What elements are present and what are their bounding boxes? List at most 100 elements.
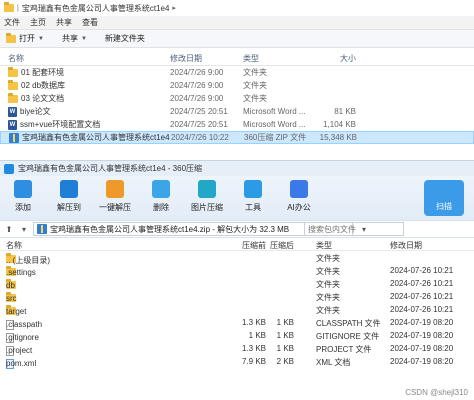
file-row[interactable]: 02 db数据库 2024/7/26 9:00 文件夹	[0, 79, 474, 92]
file-type: Microsoft Word ...	[243, 120, 306, 129]
tool-button[interactable]: 图片压缩	[184, 180, 230, 213]
tool-label: 添加	[15, 203, 31, 212]
archive-name: .gitignore	[6, 333, 39, 342]
zip-path-text: 宝鸡瑞鑫有色金属公司人事管理系统ct1e4.zip - 解包大小为 32.3 M…	[50, 224, 290, 234]
file-date: 2024/7/25 20:51	[170, 107, 228, 116]
column-packed[interactable]: 压缩后	[236, 240, 294, 251]
tool-icon	[14, 180, 32, 198]
archive-name: db	[6, 281, 15, 290]
app-logo-icon	[4, 163, 14, 174]
column-date[interactable]: 修改日期	[390, 240, 422, 251]
file-size: 15,348 KB	[319, 133, 357, 142]
open-button[interactable]: 打开 ▼	[6, 32, 44, 44]
file-row[interactable]: 宝鸡瑞鑫有色金属公司人事管理系统ct1e4 2024/7/26 10:22 360压…	[0, 131, 474, 144]
chevron-right-icon[interactable]: ▸	[172, 4, 176, 12]
archive-row[interactable]: target 文件夹 2024-07-26 10:21	[0, 303, 474, 316]
tool-label: 一键解压	[99, 203, 131, 212]
file-name: 02 db数据库	[21, 81, 66, 90]
file-type: Microsoft Word ...	[243, 107, 306, 116]
tool-icon	[290, 180, 308, 198]
tab-view[interactable]: 查看	[82, 17, 98, 28]
file-name-cell: 01 配套环境	[8, 66, 65, 78]
word-icon: W	[8, 106, 17, 117]
chevron-down-icon: ▼	[38, 35, 44, 42]
tab-home[interactable]: 主页	[30, 17, 46, 28]
column-type[interactable]: 类型	[316, 240, 332, 251]
path-segment[interactable]: 宝鸡瑞鑫有色金属公司人事管理系统ct1e4	[22, 3, 170, 14]
file-name-cell: 02 db数据库	[8, 79, 66, 91]
tool-icon	[152, 180, 170, 198]
share-button[interactable]: 共享 ▼	[62, 33, 87, 44]
up-icon[interactable]: ⬆	[3, 223, 15, 235]
zip-window: 宝鸡瑞鑫有色金属公司人事管理系统ct1e4 - 360压缩 添加 解压到 一键解压 删…	[0, 160, 474, 400]
file-date: 2024/7/26 9:00	[170, 81, 224, 90]
tool-icon	[244, 180, 262, 198]
scan-button[interactable]: 扫描	[424, 180, 464, 216]
column-type[interactable]: 类型	[243, 53, 259, 64]
tool-icon	[106, 180, 124, 198]
file-name: biye论文	[20, 107, 51, 116]
file-date: 2024/7/25 20:51	[170, 120, 228, 129]
column-size[interactable]: 大小	[304, 53, 356, 64]
file-name: 宝鸡瑞鑫有色金属公司人事管理系统ct1e4	[22, 133, 170, 142]
tool-button[interactable]: 工具	[230, 180, 276, 213]
archive-packed: 2 KB	[276, 357, 294, 366]
archive-packed: 1 KB	[276, 331, 294, 340]
zip-tool-group: 添加 解压到 一键解压 删除 图片压缩 工具 AI办公	[0, 180, 322, 213]
archive-type: PROJECT 文件	[316, 345, 372, 354]
watermark: CSDN @shejl310	[405, 388, 468, 397]
file-name-cell: 宝鸡瑞鑫有色金属公司人事管理系统ct1e4	[9, 132, 170, 143]
tool-button[interactable]: 删除	[138, 180, 184, 213]
file-row[interactable]: 03 论文文档 2024/7/26 9:00 文件夹	[0, 92, 474, 105]
file-row[interactable]: Wbiye论文 2024/7/25 20:51 Microsoft Word ...…	[0, 105, 474, 118]
archive-row[interactable]: db 文件夹 2024-07-26 10:21	[0, 277, 474, 290]
folder-icon	[8, 92, 18, 103]
tab-file[interactable]: 文件	[4, 17, 20, 28]
file-date: 2024/7/26 9:00	[170, 94, 224, 103]
archive-type: 文件夹	[316, 306, 340, 315]
archive-type: 文件夹	[316, 267, 340, 276]
archive-name: .project	[6, 346, 33, 355]
new-folder-label: 新建文件夹	[104, 34, 145, 43]
zip-window-title: 宝鸡瑞鑫有色金属公司人事管理系统ct1e4 - 360压缩	[18, 164, 203, 173]
dropdown-icon[interactable]: ▾	[18, 223, 30, 235]
tool-button[interactable]: AI办公	[276, 180, 322, 213]
archive-date: 2024-07-26 10:21	[390, 266, 454, 275]
file-name: 01 配套环境	[21, 68, 65, 77]
folder-icon	[8, 66, 18, 77]
archive-type: XML 文档	[316, 358, 351, 367]
archive-row[interactable]: .classpath 1.3 KB 1 KB CLASSPATH 文件 2024-07-…	[0, 316, 474, 330]
tool-button[interactable]: 一键解压	[92, 180, 138, 213]
file-row[interactable]: 01 配套环境 2024/7/26 9:00 文件夹	[0, 66, 474, 79]
tool-icon	[60, 180, 78, 198]
column-date[interactable]: 修改日期	[170, 53, 202, 64]
archive-row[interactable]: .project 1.3 KB 1 KB PROJECT 文件 2024-07-19 0…	[0, 342, 474, 356]
archive-row[interactable]: pom.xml 7.9 KB 2 KB XML 文档 2024-07-19 08:20	[0, 355, 474, 369]
archive-row[interactable]: src 文件夹 2024-07-26 10:21	[0, 290, 474, 303]
tool-button[interactable]: 添加	[0, 180, 46, 213]
search-field[interactable]	[304, 222, 404, 236]
column-name[interactable]: 名称	[8, 53, 24, 64]
open-folder-icon	[6, 32, 16, 43]
archive-date: 2024-07-19 08:20	[390, 344, 454, 353]
file-row[interactable]: Wssm+vue环境配置文档 2024/7/25 20:51 Microsoft W…	[0, 118, 474, 131]
archive-row[interactable]: .gitignore 1 KB 1 KB GITIGNORE 文件 2024-07-19…	[0, 329, 474, 343]
archive-date: 2024-07-26 10:21	[390, 305, 454, 314]
tab-share[interactable]: 共享	[56, 17, 72, 28]
archive-name: src	[6, 294, 17, 303]
file-name: 03 论文文档	[21, 94, 65, 103]
archive-row[interactable]: .settings 文件夹 2024-07-26 10:21	[0, 264, 474, 277]
explorer-title-path[interactable]: | 宝鸡瑞鑫有色金属公司人事管理系统ct1e4 ▸	[0, 0, 474, 16]
archive-row[interactable]: .. (上级目录) 文件夹	[0, 251, 474, 265]
new-folder-button[interactable]: 新建文件夹	[105, 33, 145, 44]
file-size: 1,104 KB	[323, 120, 356, 129]
column-name[interactable]: 名称	[6, 240, 22, 251]
explorer-file-list: 01 配套环境 2024/7/26 9:00 文件夹 02 db数据库 2024/7/2…	[0, 66, 474, 144]
explorer-ribbon-tabs: 文件 主页 共享 查看	[0, 16, 474, 30]
tool-button[interactable]: 解压到	[46, 180, 92, 213]
archive-type: CLASSPATH 文件	[316, 319, 381, 328]
file-date: 2024/7/26 10:22	[171, 133, 229, 142]
zip-title-bar[interactable]: 宝鸡瑞鑫有色金属公司人事管理系统ct1e4 - 360压缩	[0, 161, 474, 176]
search-input[interactable]	[308, 223, 388, 235]
tool-label: 解压到	[57, 203, 81, 212]
